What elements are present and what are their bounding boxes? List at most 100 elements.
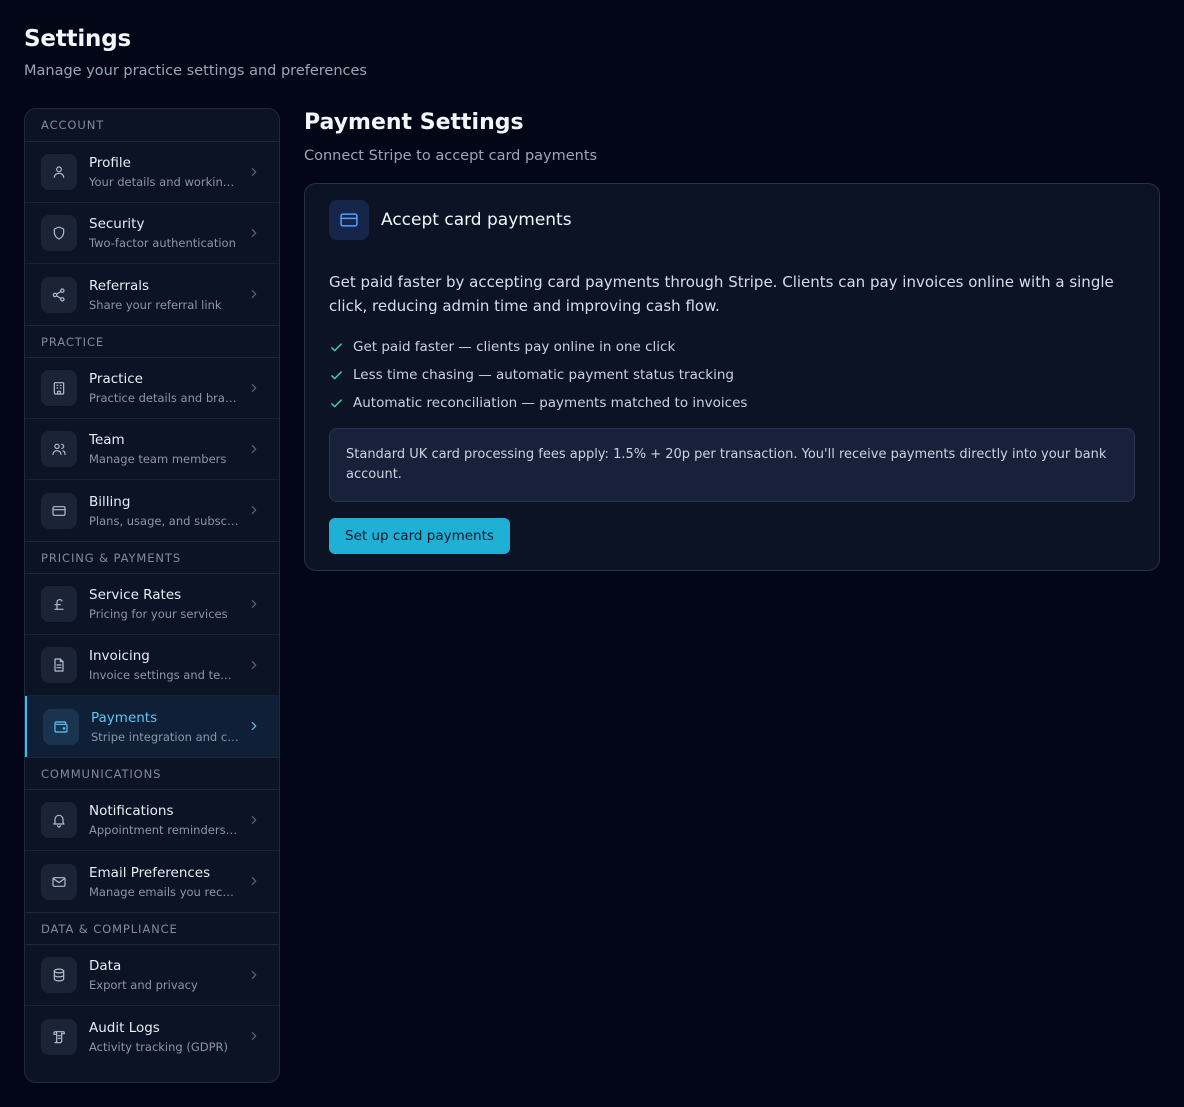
sidebar-item-audit-logs[interactable]: Audit Logs Activity tracking (GDPR) <box>25 1006 279 1067</box>
card-description: Get paid faster by accepting card paymen… <box>329 273 1114 315</box>
check-icon <box>329 396 353 411</box>
sidebar-item-description: Two-factor authentication <box>89 236 236 250</box>
sidebar-item-label: Invoicing <box>89 648 150 664</box>
sidebar-item-notifications[interactable]: Notifications Appointment reminders and a… <box>25 790 279 851</box>
chevron-right-icon <box>247 380 261 399</box>
shield-icon <box>41 215 77 251</box>
bell-icon <box>41 802 77 838</box>
sidebar-item-billing[interactable]: Billing Plans, usage, and subscriptions <box>25 480 279 541</box>
sidebar-item-text: Notifications Appointment reminders and a… <box>89 803 239 837</box>
section-header-account: ACCOUNT <box>25 109 279 142</box>
page-title: Settings <box>24 26 131 52</box>
sidebar-item-email-preferences[interactable]: Email Preferences Manage emails you recei… <box>25 851 279 912</box>
share-icon <box>41 276 77 313</box>
sidebar-item-description: Plans, usage, and subscriptions <box>89 513 239 528</box>
sidebar-item-security[interactable]: Security Two-factor authentication <box>25 203 279 264</box>
pound-icon <box>41 586 77 622</box>
sidebar-item-text: Billing Plans, usage, and subscriptions <box>89 494 239 528</box>
sidebar-item-practice[interactable]: Practice Practice details and branding <box>25 358 279 419</box>
sidebar-item-description: Stripe integration and card payments <box>91 729 241 744</box>
section-header-data-and-compliance: DATA & COMPLIANCE <box>25 912 279 945</box>
settings-sidebar: ACCOUNT Profile Your details and working h… <box>24 108 280 1083</box>
wallet-icon <box>43 708 79 745</box>
sidebar-item-description: Manage team members <box>89 452 227 466</box>
sidebar-item-text: Payments Stripe integration and card paym… <box>91 710 241 744</box>
sidebar-item-description: Practice details and branding <box>89 391 239 405</box>
check-icon <box>329 340 353 355</box>
sidebar-item-description: Activity tracking (GDPR) <box>89 1039 229 1054</box>
sidebar-item-label: Security <box>89 216 145 232</box>
sidebar-item-text: Referrals Share your referral link <box>89 278 239 312</box>
benefit-item: Automatic reconciliation — payments matc… <box>329 389 1135 417</box>
page-header: Settings Manage your practice settings a… <box>24 26 367 79</box>
chevron-right-icon <box>247 657 261 676</box>
sidebar-item-description: Invoice settings and templates <box>89 668 239 682</box>
sidebar-item-text: Practice Practice details and branding <box>89 371 239 405</box>
sidebar-item-text: Email Preferences Manage emails you recei… <box>89 865 239 899</box>
sidebar-item-text: Security Two-factor authentication <box>89 216 239 250</box>
chevron-right-icon <box>247 967 261 986</box>
sidebar-item-text: Audit Logs Activity tracking (GDPR) <box>89 1020 239 1054</box>
sidebar-item-description: Share your referral link <box>89 297 222 312</box>
benefit-item: Get paid faster — clients pay online in … <box>329 333 1135 361</box>
section-header-pricing-and-payments: PRICING & PAYMENTS <box>25 541 279 574</box>
sidebar-item-label: Billing <box>89 493 131 510</box>
sidebar-item-description: Export and privacy <box>89 978 198 992</box>
sidebar-item-description: Appointment reminders and alerts <box>89 823 239 837</box>
sidebar-item-label: Notifications <box>89 803 174 819</box>
sidebar-item-team[interactable]: Team Manage team members <box>25 419 279 480</box>
page-subtitle: Manage your practice settings and prefer… <box>24 63 367 79</box>
sidebar-item-text: Team Manage team members <box>89 432 239 466</box>
chevron-right-icon <box>247 441 261 460</box>
card-title: Accept card payments <box>381 210 572 230</box>
sidebar-item-label: Service Rates <box>89 587 182 603</box>
card-header: Accept card payments <box>329 200 1135 240</box>
sidebar-item-label: Data <box>89 958 122 974</box>
credit-card-icon <box>41 492 77 529</box>
benefit-text: Get paid faster — clients pay online in … <box>353 339 676 355</box>
document-icon <box>41 647 77 683</box>
benefit-text: Less time chasing — automatic payment st… <box>353 367 734 383</box>
section-title: Payment Settings <box>304 110 524 135</box>
sidebar-item-text: Service Rates Pricing for your services <box>89 587 239 621</box>
sidebar-item-payments[interactable]: Payments Stripe integration and card paym… <box>25 696 279 757</box>
section-header-practice: PRACTICE <box>25 325 279 358</box>
sidebar-item-text: Profile Your details and working hours <box>89 155 239 189</box>
user-icon <box>41 154 77 190</box>
sidebar-item-description: Pricing for your services <box>89 607 228 621</box>
sidebar-item-text: Data Export and privacy <box>89 958 239 992</box>
chevron-right-icon <box>247 1028 261 1047</box>
benefit-item: Less time chasing — automatic payment st… <box>329 361 1135 389</box>
mail-icon <box>41 863 77 900</box>
sidebar-item-label: Referrals <box>89 277 150 294</box>
main-content: Payment Settings Connect Stripe to accep… <box>304 110 1160 571</box>
sidebar-item-description: Your details and working hours <box>89 175 239 189</box>
card-payments-panel: Accept card payments Get paid faster by … <box>304 183 1160 571</box>
benefits-list: Get paid faster — clients pay online in … <box>329 333 1135 417</box>
chevron-right-icon <box>247 286 261 305</box>
chevron-right-icon <box>247 596 261 615</box>
sidebar-item-data[interactable]: Data Export and privacy <box>25 945 279 1006</box>
sidebar-item-invoicing[interactable]: Invoicing Invoice settings and templates <box>25 635 279 696</box>
sidebar-item-label: Practice <box>89 371 143 387</box>
sidebar-item-text: Invoicing Invoice settings and templates <box>89 648 239 682</box>
sidebar-item-label: Email Preferences <box>89 864 211 881</box>
chevron-right-icon <box>247 718 261 737</box>
chevron-right-icon <box>247 873 261 892</box>
sidebar-item-referrals[interactable]: Referrals Share your referral link <box>25 264 279 325</box>
check-icon <box>329 368 353 383</box>
sidebar-item-profile[interactable]: Profile Your details and working hours <box>25 142 279 203</box>
setup-card-payments-button[interactable]: Set up card payments <box>329 518 510 554</box>
building-icon <box>41 370 77 406</box>
scroll-icon <box>41 1018 77 1055</box>
chevron-right-icon <box>247 164 261 183</box>
sidebar-item-label: Audit Logs <box>89 1019 160 1036</box>
section-header-communications: COMMUNICATIONS <box>25 757 279 790</box>
chevron-right-icon <box>247 812 261 831</box>
section-subtitle: Connect Stripe to accept card payments <box>304 148 598 164</box>
sidebar-item-label: Payments <box>91 709 158 726</box>
credit-card-icon <box>329 200 369 240</box>
sidebar-item-service-rates[interactable]: Service Rates Pricing for your services <box>25 574 279 635</box>
fee-info-box: Standard UK card processing fees apply: … <box>329 428 1135 502</box>
sidebar-item-label: Team <box>89 432 125 448</box>
